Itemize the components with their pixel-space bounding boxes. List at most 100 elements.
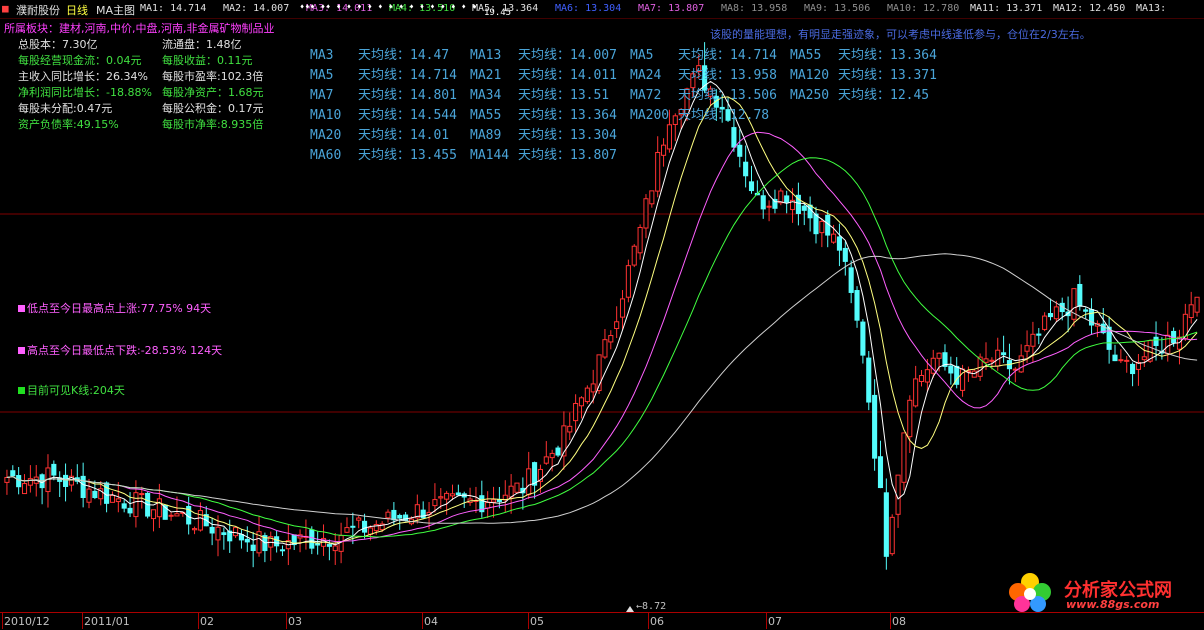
- ma-panel-cell: MA7 天均线：14.801: [310, 84, 470, 103]
- ma-panel-cell: MA24 天均线：13.958: [630, 64, 790, 83]
- ma-panel-cell: MA120 天均线：13.371: [790, 64, 950, 83]
- ma-panel-name: MA7: [310, 88, 334, 103]
- candle-body: [842, 247, 848, 262]
- ma-panel-name: MA89: [470, 128, 502, 143]
- ma-value-2: MA2: 14.007: [223, 3, 290, 14]
- ma-panel-cell: MA13 天均线：14.007: [470, 44, 630, 63]
- candle-body: [385, 511, 391, 519]
- ma-panel-name: MA5: [630, 48, 654, 63]
- candle-body: [490, 499, 497, 503]
- candle-body: [51, 463, 57, 476]
- ma-panel-value: 天均线：14.007: [518, 48, 617, 63]
- ma-line: [6, 253, 1198, 524]
- ma-panel-cell: MA72 天均线：13.506: [630, 84, 790, 103]
- ma-panel-value: 天均线：12.78: [678, 108, 770, 123]
- candle-body: [16, 475, 22, 488]
- candle-body: [643, 198, 649, 229]
- candle-body: [590, 383, 596, 393]
- ma-panel-cell: MA34 天均线：13.51: [470, 84, 630, 103]
- candle-body: [356, 517, 362, 521]
- ma-panel-row: MA20 天均线：14.01 MA89 天均线：13.304: [310, 124, 950, 144]
- candle-body: [989, 359, 995, 362]
- candle-body: [1165, 334, 1171, 355]
- candle-body: [485, 501, 491, 509]
- fundamental-item: 每股收益：0.11元: [162, 54, 253, 67]
- fundamental-item: 每股市盈率:102.3倍: [162, 70, 264, 83]
- candle-body: [209, 526, 215, 534]
- candle-body: [573, 402, 579, 422]
- candle-body: [866, 357, 872, 403]
- candle-body: [649, 190, 655, 205]
- ma-panel-row: MA3 天均线：14.47 MA13 天均线：14.007 MA5 天均线：14.714 M…: [310, 44, 950, 64]
- fundamental-item: 总股本：7.30亿: [18, 38, 98, 51]
- candle-body: [315, 543, 321, 546]
- ma-panel-name: MA20: [310, 128, 342, 143]
- candle-body: [743, 161, 749, 177]
- ma-panel-name: MA55: [790, 48, 822, 63]
- candle-body: [625, 265, 631, 298]
- stat-item: 低点至今日最高点上涨:77.75% 94天: [18, 300, 211, 316]
- x-axis: 2010/12 2011/01 02 03 04 05 06 07 08: [0, 612, 1204, 630]
- ma-panel-name: MA5: [310, 68, 334, 83]
- fundamental-item: 主收入同比增长：26.34%: [18, 70, 148, 83]
- candle-body: [156, 498, 162, 518]
- candle-body: [637, 226, 643, 254]
- indicator-label[interactable]: MA主图: [96, 2, 135, 18]
- candle-body: [901, 432, 907, 483]
- candle-body: [403, 514, 409, 521]
- ma-panel-value: 天均线：13.958: [678, 68, 777, 83]
- candle-body: [619, 298, 626, 318]
- stat-text: 高点至今日最低点下跌:-28.53% 124天: [27, 344, 223, 357]
- x-axis-tick: [198, 613, 199, 629]
- ma-panel-value: 天均线：14.714: [358, 68, 457, 83]
- stat-text: 低点至今日最高点上涨:77.75% 94天: [27, 302, 212, 315]
- candle-body: [1083, 309, 1089, 312]
- ma-panel-value: 天均线：14.01: [358, 128, 450, 143]
- candle-body: [80, 475, 86, 498]
- candle-body: [918, 374, 925, 382]
- ma-panel-name: MA34: [470, 88, 502, 103]
- stock-name[interactable]: 濮耐股份: [16, 2, 60, 18]
- period-label[interactable]: 日线: [66, 2, 88, 18]
- candle-body: [913, 378, 919, 407]
- candle-body: [344, 527, 350, 533]
- candle-body: [508, 485, 514, 498]
- ma-panel-cell: MA5 天均线：14.714: [310, 64, 470, 83]
- candle-body: [1194, 296, 1200, 313]
- ma-panel-row: MA10 天均线：14.544 MA55 天均线：13.364 MA200 天均线：12.…: [310, 104, 950, 124]
- ma-panel-cell: MA60 天均线：13.455: [310, 144, 470, 163]
- ma-panel-cell: MA20 天均线：14.01: [310, 124, 470, 143]
- ma-panel-name: MA72: [630, 88, 662, 103]
- candle-body: [883, 492, 889, 557]
- low-price-label: ←8.72: [636, 601, 667, 612]
- candle-body: [1077, 283, 1083, 307]
- candle-body: [872, 394, 878, 459]
- candle-body: [1112, 354, 1118, 362]
- x-axis-label: 02: [200, 615, 214, 628]
- ma-panel-name: MA250: [790, 88, 830, 103]
- fundamental-item: 每股未分配:0.47元: [18, 102, 113, 115]
- candle-body: [191, 528, 198, 531]
- candle-body: [139, 493, 145, 496]
- stat-item: 目前可见K线:204天: [18, 382, 125, 398]
- ma-panel-value: 天均线：13.304: [518, 128, 617, 143]
- watermark-url: www.88gs.com: [1066, 598, 1160, 611]
- candle-body: [614, 321, 620, 329]
- candle-body: [907, 399, 913, 438]
- candle-body: [279, 549, 286, 552]
- ma-value-7: MA7: 13.807: [638, 3, 705, 14]
- candle-body: [10, 470, 16, 477]
- ma-value-9: MA9: 13.506: [804, 3, 871, 14]
- candle-body: [936, 352, 942, 359]
- x-axis-label: 06: [650, 615, 664, 628]
- ma-panel-name: MA24: [630, 68, 662, 83]
- ma-panel-value: 天均线：12.45: [838, 88, 930, 103]
- candle-body: [1188, 304, 1194, 319]
- ma-value-1: MA1: 14.714: [140, 3, 207, 14]
- ma-panel-name: MA200: [630, 108, 670, 123]
- candle-body: [567, 425, 573, 433]
- x-axis-label: 07: [768, 615, 782, 628]
- ma-panel-name: MA21: [470, 68, 502, 83]
- candle-body: [432, 499, 438, 507]
- candle-body: [631, 245, 637, 266]
